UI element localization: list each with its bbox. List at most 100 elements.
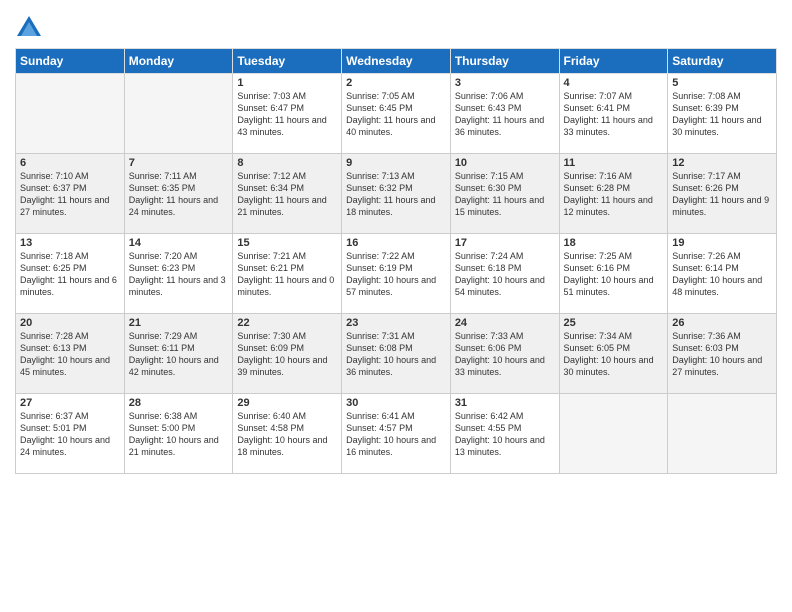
day-number: 9 — [346, 157, 446, 169]
day-number: 28 — [129, 397, 229, 409]
day-info: Sunrise: 6:42 AM Sunset: 4:55 PM Dayligh… — [455, 410, 555, 459]
day-number: 20 — [20, 317, 120, 329]
calendar-cell: 24Sunrise: 7:33 AM Sunset: 6:06 PM Dayli… — [450, 314, 559, 394]
day-number: 15 — [237, 237, 337, 249]
day-number: 23 — [346, 317, 446, 329]
day-number: 12 — [672, 157, 772, 169]
day-info: Sunrise: 7:31 AM Sunset: 6:08 PM Dayligh… — [346, 330, 446, 379]
day-info: Sunrise: 7:08 AM Sunset: 6:39 PM Dayligh… — [672, 90, 772, 139]
day-number: 30 — [346, 397, 446, 409]
calendar-cell: 9Sunrise: 7:13 AM Sunset: 6:32 PM Daylig… — [342, 154, 451, 234]
calendar-cell: 2Sunrise: 7:05 AM Sunset: 6:45 PM Daylig… — [342, 74, 451, 154]
day-info: Sunrise: 7:20 AM Sunset: 6:23 PM Dayligh… — [129, 250, 229, 299]
day-number: 14 — [129, 237, 229, 249]
calendar-cell: 15Sunrise: 7:21 AM Sunset: 6:21 PM Dayli… — [233, 234, 342, 314]
calendar-cell: 5Sunrise: 7:08 AM Sunset: 6:39 PM Daylig… — [668, 74, 777, 154]
day-number: 10 — [455, 157, 555, 169]
calendar-cell: 23Sunrise: 7:31 AM Sunset: 6:08 PM Dayli… — [342, 314, 451, 394]
calendar-cell: 13Sunrise: 7:18 AM Sunset: 6:25 PM Dayli… — [16, 234, 125, 314]
day-number: 22 — [237, 317, 337, 329]
day-number: 6 — [20, 157, 120, 169]
day-info: Sunrise: 7:33 AM Sunset: 6:06 PM Dayligh… — [455, 330, 555, 379]
calendar-cell: 4Sunrise: 7:07 AM Sunset: 6:41 PM Daylig… — [559, 74, 668, 154]
day-info: Sunrise: 7:21 AM Sunset: 6:21 PM Dayligh… — [237, 250, 337, 299]
calendar-cell: 17Sunrise: 7:24 AM Sunset: 6:18 PM Dayli… — [450, 234, 559, 314]
day-number: 31 — [455, 397, 555, 409]
calendar-week-5: 27Sunrise: 6:37 AM Sunset: 5:01 PM Dayli… — [16, 394, 777, 474]
day-number: 1 — [237, 77, 337, 89]
day-number: 24 — [455, 317, 555, 329]
day-info: Sunrise: 7:16 AM Sunset: 6:28 PM Dayligh… — [564, 170, 664, 219]
day-number: 25 — [564, 317, 664, 329]
calendar-cell: 3Sunrise: 7:06 AM Sunset: 6:43 PM Daylig… — [450, 74, 559, 154]
calendar-cell: 6Sunrise: 7:10 AM Sunset: 6:37 PM Daylig… — [16, 154, 125, 234]
header — [15, 10, 777, 42]
calendar-cell: 8Sunrise: 7:12 AM Sunset: 6:34 PM Daylig… — [233, 154, 342, 234]
calendar-cell: 27Sunrise: 6:37 AM Sunset: 5:01 PM Dayli… — [16, 394, 125, 474]
calendar-cell: 21Sunrise: 7:29 AM Sunset: 6:11 PM Dayli… — [124, 314, 233, 394]
day-number: 7 — [129, 157, 229, 169]
calendar-week-2: 6Sunrise: 7:10 AM Sunset: 6:37 PM Daylig… — [16, 154, 777, 234]
calendar-cell: 1Sunrise: 7:03 AM Sunset: 6:47 PM Daylig… — [233, 74, 342, 154]
day-info: Sunrise: 7:12 AM Sunset: 6:34 PM Dayligh… — [237, 170, 337, 219]
day-info: Sunrise: 7:25 AM Sunset: 6:16 PM Dayligh… — [564, 250, 664, 299]
weekday-header-tuesday: Tuesday — [233, 49, 342, 74]
day-info: Sunrise: 7:28 AM Sunset: 6:13 PM Dayligh… — [20, 330, 120, 379]
calendar-cell: 10Sunrise: 7:15 AM Sunset: 6:30 PM Dayli… — [450, 154, 559, 234]
calendar-cell: 30Sunrise: 6:41 AM Sunset: 4:57 PM Dayli… — [342, 394, 451, 474]
calendar-cell: 11Sunrise: 7:16 AM Sunset: 6:28 PM Dayli… — [559, 154, 668, 234]
day-info: Sunrise: 7:18 AM Sunset: 6:25 PM Dayligh… — [20, 250, 120, 299]
day-info: Sunrise: 7:13 AM Sunset: 6:32 PM Dayligh… — [346, 170, 446, 219]
calendar-cell: 7Sunrise: 7:11 AM Sunset: 6:35 PM Daylig… — [124, 154, 233, 234]
weekday-header-thursday: Thursday — [450, 49, 559, 74]
calendar-cell: 22Sunrise: 7:30 AM Sunset: 6:09 PM Dayli… — [233, 314, 342, 394]
day-number: 8 — [237, 157, 337, 169]
day-number: 26 — [672, 317, 772, 329]
day-number: 5 — [672, 77, 772, 89]
day-number: 18 — [564, 237, 664, 249]
day-number: 4 — [564, 77, 664, 89]
calendar-cell: 26Sunrise: 7:36 AM Sunset: 6:03 PM Dayli… — [668, 314, 777, 394]
day-number: 2 — [346, 77, 446, 89]
day-info: Sunrise: 7:17 AM Sunset: 6:26 PM Dayligh… — [672, 170, 772, 219]
day-info: Sunrise: 6:40 AM Sunset: 4:58 PM Dayligh… — [237, 410, 337, 459]
calendar-cell: 20Sunrise: 7:28 AM Sunset: 6:13 PM Dayli… — [16, 314, 125, 394]
calendar-week-3: 13Sunrise: 7:18 AM Sunset: 6:25 PM Dayli… — [16, 234, 777, 314]
day-info: Sunrise: 7:07 AM Sunset: 6:41 PM Dayligh… — [564, 90, 664, 139]
calendar-cell: 25Sunrise: 7:34 AM Sunset: 6:05 PM Dayli… — [559, 314, 668, 394]
day-info: Sunrise: 7:34 AM Sunset: 6:05 PM Dayligh… — [564, 330, 664, 379]
weekday-header-wednesday: Wednesday — [342, 49, 451, 74]
day-info: Sunrise: 6:38 AM Sunset: 5:00 PM Dayligh… — [129, 410, 229, 459]
day-number: 29 — [237, 397, 337, 409]
calendar-cell: 31Sunrise: 6:42 AM Sunset: 4:55 PM Dayli… — [450, 394, 559, 474]
day-info: Sunrise: 7:29 AM Sunset: 6:11 PM Dayligh… — [129, 330, 229, 379]
day-number: 21 — [129, 317, 229, 329]
day-number: 19 — [672, 237, 772, 249]
calendar-cell — [668, 394, 777, 474]
calendar-cell: 14Sunrise: 7:20 AM Sunset: 6:23 PM Dayli… — [124, 234, 233, 314]
day-info: Sunrise: 7:36 AM Sunset: 6:03 PM Dayligh… — [672, 330, 772, 379]
day-info: Sunrise: 7:10 AM Sunset: 6:37 PM Dayligh… — [20, 170, 120, 219]
day-info: Sunrise: 7:03 AM Sunset: 6:47 PM Dayligh… — [237, 90, 337, 139]
day-info: Sunrise: 7:30 AM Sunset: 6:09 PM Dayligh… — [237, 330, 337, 379]
page: SundayMondayTuesdayWednesdayThursdayFrid… — [0, 0, 792, 612]
weekday-header-row: SundayMondayTuesdayWednesdayThursdayFrid… — [16, 49, 777, 74]
calendar: SundayMondayTuesdayWednesdayThursdayFrid… — [15, 48, 777, 474]
calendar-week-1: 1Sunrise: 7:03 AM Sunset: 6:47 PM Daylig… — [16, 74, 777, 154]
logo — [15, 14, 47, 42]
day-info: Sunrise: 7:22 AM Sunset: 6:19 PM Dayligh… — [346, 250, 446, 299]
calendar-cell: 19Sunrise: 7:26 AM Sunset: 6:14 PM Dayli… — [668, 234, 777, 314]
day-info: Sunrise: 7:15 AM Sunset: 6:30 PM Dayligh… — [455, 170, 555, 219]
day-info: Sunrise: 7:26 AM Sunset: 6:14 PM Dayligh… — [672, 250, 772, 299]
day-number: 13 — [20, 237, 120, 249]
day-number: 17 — [455, 237, 555, 249]
day-number: 27 — [20, 397, 120, 409]
day-number: 3 — [455, 77, 555, 89]
calendar-cell: 16Sunrise: 7:22 AM Sunset: 6:19 PM Dayli… — [342, 234, 451, 314]
calendar-cell — [559, 394, 668, 474]
calendar-cell: 18Sunrise: 7:25 AM Sunset: 6:16 PM Dayli… — [559, 234, 668, 314]
day-number: 11 — [564, 157, 664, 169]
weekday-header-saturday: Saturday — [668, 49, 777, 74]
weekday-header-sunday: Sunday — [16, 49, 125, 74]
weekday-header-monday: Monday — [124, 49, 233, 74]
